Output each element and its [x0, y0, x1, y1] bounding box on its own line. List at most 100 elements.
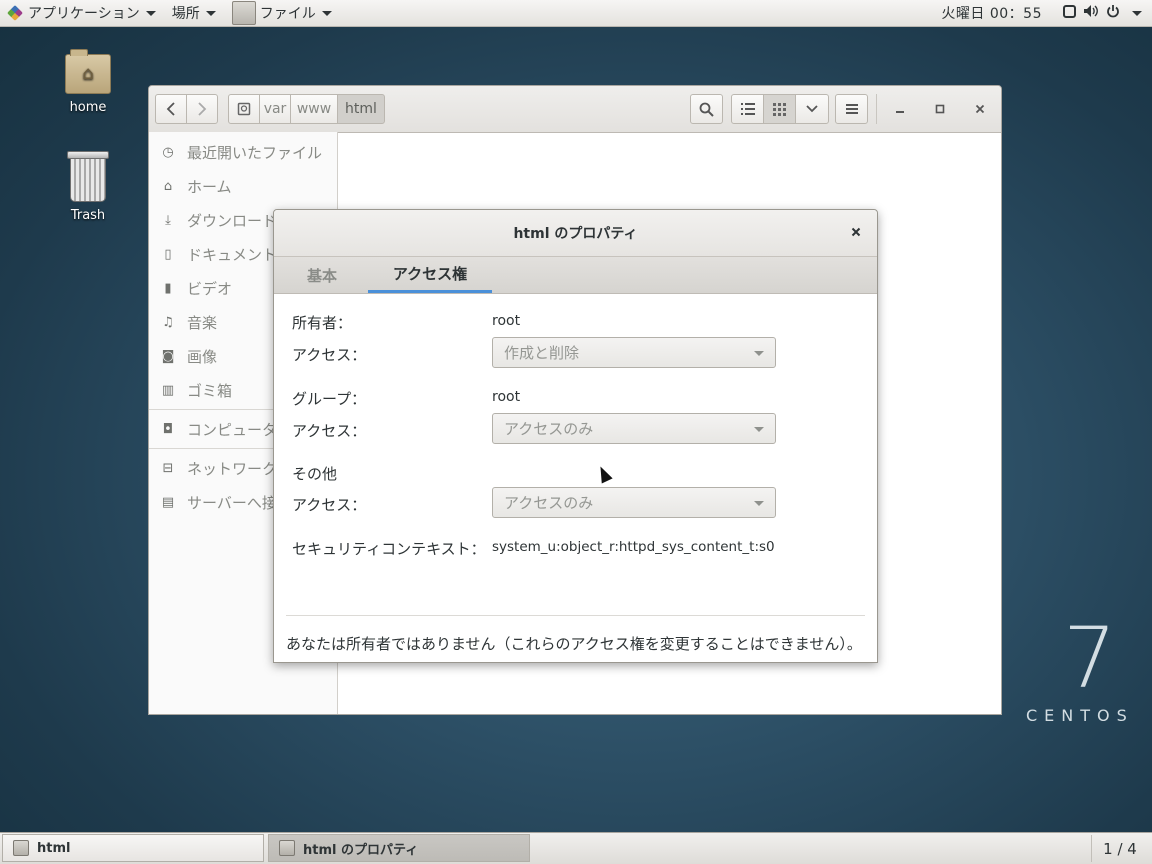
places-menu[interactable]: 場所 — [164, 0, 224, 27]
tab-permissions[interactable]: アクセス権 — [368, 257, 492, 293]
power-icon[interactable] — [1102, 4, 1124, 22]
back-button[interactable] — [155, 94, 187, 124]
dropdown-arrow-icon — [145, 10, 156, 16]
list-icon — [740, 103, 755, 115]
dropdown-arrow-icon — [321, 10, 332, 16]
owner-value: root — [492, 313, 521, 329]
tab-basic[interactable]: 基本 — [292, 257, 352, 293]
task-properties-window[interactable]: html のプロパティ — [268, 834, 530, 862]
workspace-pager[interactable]: 1 / 4 — [1091, 835, 1148, 862]
group-access-label: アクセス： — [292, 422, 367, 440]
not-owner-note: あなたは所有者ではありません（これらのアクセス権を変更することはできません）。 — [286, 635, 862, 653]
others-label: その他 — [292, 465, 338, 483]
sidebar-item-label: ネットワーク — [187, 459, 278, 478]
centos-logo: 7 CENTOS — [1026, 616, 1134, 725]
desktop-trash-label: Trash — [70, 208, 106, 223]
trash-icon — [67, 151, 109, 202]
download-icon: ⤓ — [165, 212, 171, 228]
sidebar-item-label: ドキュメント — [187, 245, 278, 264]
music-icon: ♫ — [162, 314, 174, 330]
window-icon[interactable] — [1058, 4, 1080, 22]
volume-icon[interactable] — [1080, 4, 1102, 22]
owner-label: 所有者： — [292, 314, 353, 332]
others-access-value: アクセスのみ — [504, 494, 594, 512]
dropdown-arrow-icon — [205, 10, 216, 16]
hamburger-icon — [845, 104, 858, 114]
owner-access-label: アクセス： — [292, 346, 367, 364]
maximize-icon — [935, 104, 945, 114]
close-button[interactable] — [965, 94, 995, 124]
sidebar-item-label: ゴミ箱 — [187, 381, 233, 400]
breadcrumb-var[interactable]: var — [259, 94, 291, 124]
home-icon: ⌂ — [163, 178, 173, 194]
clock[interactable]: 火曜日 00：55 — [925, 3, 1058, 23]
others-access-label: アクセス： — [292, 496, 367, 514]
server-icon: ▤ — [161, 494, 175, 510]
group-access-combo[interactable]: アクセスのみ — [492, 413, 776, 444]
chevron-down-icon — [806, 105, 818, 113]
centos-version: 7 — [1063, 609, 1117, 707]
top-panel: アプリケーション 場所 ファイル 火曜日 00：55 — [0, 0, 1152, 27]
video-icon: ▮ — [164, 280, 172, 296]
forward-button[interactable] — [186, 94, 218, 124]
centos-word: CENTOS — [1026, 706, 1134, 725]
search-button[interactable] — [690, 94, 723, 124]
group-access-value: アクセスのみ — [504, 420, 594, 438]
sidebar-item-label: 音楽 — [187, 313, 218, 332]
list-view-button[interactable] — [731, 94, 764, 124]
task-label: html のプロパティ — [303, 842, 419, 858]
security-context-value: system_u:object_r:httpd_sys_content_t:s0 — [492, 539, 775, 555]
breadcrumb-root[interactable] — [228, 94, 260, 124]
chevron-left-icon — [166, 102, 175, 116]
dialog-tabs: 基本 アクセス権 — [274, 257, 877, 294]
chevron-right-icon — [198, 102, 207, 116]
grid-view-button[interactable] — [763, 94, 796, 124]
grid-icon — [773, 102, 786, 116]
fm-headerbar: var www html — [149, 86, 1001, 133]
group-label: グループ： — [292, 390, 367, 408]
file-cabinet-icon — [279, 840, 295, 856]
task-html-window[interactable]: html — [2, 834, 264, 862]
dropdown-arrow-icon — [1132, 10, 1142, 16]
camera-icon: ◙ — [161, 348, 175, 364]
drive-icon — [237, 102, 251, 116]
properties-dialog: html のプロパティ 基本 アクセス権 所有者： root アクセス： 作成と… — [273, 209, 878, 663]
breadcrumb-html[interactable]: html — [337, 94, 385, 124]
sidebar-item-label: 画像 — [187, 347, 218, 366]
owner-access-combo[interactable]: 作成と削除 — [492, 337, 776, 368]
minimize-button[interactable] — [885, 94, 915, 124]
system-menu-arrow[interactable] — [1124, 0, 1152, 27]
task-label: html — [37, 840, 71, 856]
dialog-title: html のプロパティ — [513, 226, 638, 242]
dialog-titlebar: html のプロパティ — [274, 210, 877, 257]
sidebar-item-label: ダウンロード — [187, 211, 278, 230]
file-cabinet-icon — [13, 840, 29, 856]
applications-menu[interactable]: アプリケーション — [0, 0, 164, 27]
security-context-label: セキュリティコンテキスト： — [292, 540, 486, 558]
clock-icon: ◷ — [162, 144, 174, 160]
header-separator — [876, 94, 877, 124]
owner-access-value: 作成と削除 — [504, 344, 580, 362]
document-icon: ▯ — [164, 246, 172, 262]
files-app-menu[interactable]: ファイル — [224, 0, 340, 27]
sidebar-item-home[interactable]: ⌂ ホーム — [149, 169, 337, 203]
file-cabinet-icon — [231, 1, 256, 25]
breadcrumb-www[interactable]: www — [290, 94, 338, 124]
sidebar-item-label: ビデオ — [187, 279, 233, 298]
gnome-foot-icon — [7, 5, 23, 21]
view-options-button[interactable] — [795, 94, 829, 124]
dropdown-arrow-icon — [754, 501, 764, 506]
desktop-trash[interactable]: Trash — [48, 151, 128, 223]
maximize-button[interactable] — [925, 94, 955, 124]
group-value: root — [492, 389, 521, 405]
desktop-home-label: home — [69, 100, 107, 115]
applications-label: アプリケーション — [28, 6, 140, 22]
dialog-close-button[interactable] — [851, 223, 861, 241]
desktop-home-folder[interactable]: ⌂ home — [48, 49, 128, 115]
minimize-icon — [896, 111, 904, 113]
sidebar-item-recent[interactable]: ◷ 最近開いたファイル — [149, 135, 337, 169]
dialog-separator — [286, 615, 865, 616]
close-icon — [975, 104, 985, 114]
menu-button[interactable] — [835, 94, 868, 124]
others-access-combo[interactable]: アクセスのみ — [492, 487, 776, 518]
